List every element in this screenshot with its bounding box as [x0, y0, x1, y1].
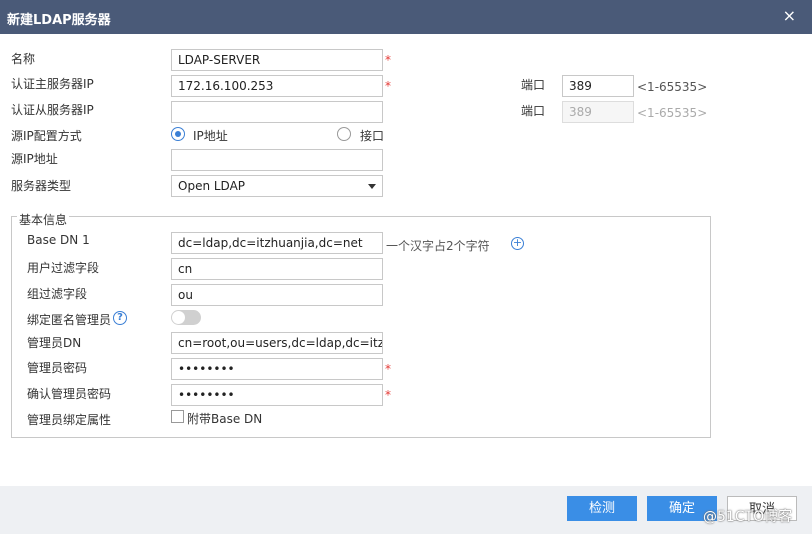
name-input[interactable]: LDAP-SERVER	[171, 49, 383, 71]
user-filter-input[interactable]: cn	[171, 258, 383, 280]
admin-password-label: 管理员密码	[27, 361, 88, 375]
required-mark: *	[385, 53, 391, 67]
admin-dn-input[interactable]: cn=root,ou=users,dc=ldap,dc=itzhuanjia,d…	[171, 332, 383, 354]
close-icon[interactable]: ×	[783, 6, 796, 25]
secondary-ip-input[interactable]	[171, 101, 383, 123]
radio-interface[interactable]	[337, 127, 351, 141]
server-type-value: Open LDAP	[178, 179, 246, 193]
port-label: 端口	[521, 78, 546, 92]
name-label: 名称	[11, 52, 36, 66]
chevron-down-icon	[368, 184, 376, 189]
anonymous-admin-label: 绑定匿名管理员	[27, 313, 112, 327]
required-mark: *	[385, 79, 391, 93]
secondary-ip-label: 认证从服务器IP	[11, 103, 94, 117]
primary-port-input[interactable]: 389	[562, 75, 634, 97]
base-dn-label: Base DN 1	[27, 233, 90, 247]
port-range-hint: <1-65535>	[637, 106, 708, 120]
admin-password-input[interactable]: ••••••••	[171, 358, 383, 380]
watermark: @51CTO博客	[703, 509, 793, 525]
port-range-hint: <1-65535>	[637, 80, 708, 94]
group-filter-label: 组过滤字段	[27, 287, 88, 301]
append-base-dn-checkbox[interactable]	[171, 410, 184, 423]
primary-ip-label: 认证主服务器IP	[11, 77, 94, 91]
port-label: 端口	[521, 104, 546, 118]
dialog-title: 新建LDAP服务器	[7, 13, 111, 28]
base-dn-input[interactable]: dc=ldap,dc=itzhuanjia,dc=net	[171, 232, 383, 254]
source-ip-label: 源IP地址	[11, 152, 58, 166]
admin-dn-label: 管理员DN	[27, 336, 82, 350]
required-mark: *	[385, 362, 391, 376]
radio-interface-label: 接口	[360, 129, 385, 143]
source-ip-mode-label: 源IP配置方式	[11, 129, 82, 143]
secondary-port-input: 389	[562, 101, 634, 123]
basic-info-legend: 基本信息	[17, 211, 70, 228]
radio-ip-address[interactable]	[171, 127, 185, 141]
confirm-password-label: 确认管理员密码	[27, 387, 112, 401]
primary-ip-input[interactable]: 172.16.100.253	[171, 75, 383, 97]
char-count-hint: 一个汉字占2个字符	[386, 239, 490, 253]
dialog-titlebar: 新建LDAP服务器 ×	[0, 0, 812, 34]
user-filter-label: 用户过滤字段	[27, 261, 100, 275]
group-filter-input[interactable]: ou	[171, 284, 383, 306]
help-icon[interactable]: ?	[113, 311, 127, 325]
server-type-label: 服务器类型	[11, 179, 72, 193]
admin-bind-attr-label: 管理员绑定属性	[27, 413, 112, 427]
source-ip-input[interactable]	[171, 149, 383, 171]
append-base-dn-label: 附带Base DN	[187, 412, 263, 426]
add-icon[interactable]: +	[511, 237, 524, 250]
confirm-password-input[interactable]: ••••••••	[171, 384, 383, 406]
anonymous-admin-toggle[interactable]	[171, 310, 201, 325]
server-type-select[interactable]: Open LDAP	[171, 175, 383, 197]
radio-ip-address-label: IP地址	[193, 129, 228, 143]
detect-button[interactable]: 检测	[567, 496, 637, 521]
required-mark: *	[385, 388, 391, 402]
